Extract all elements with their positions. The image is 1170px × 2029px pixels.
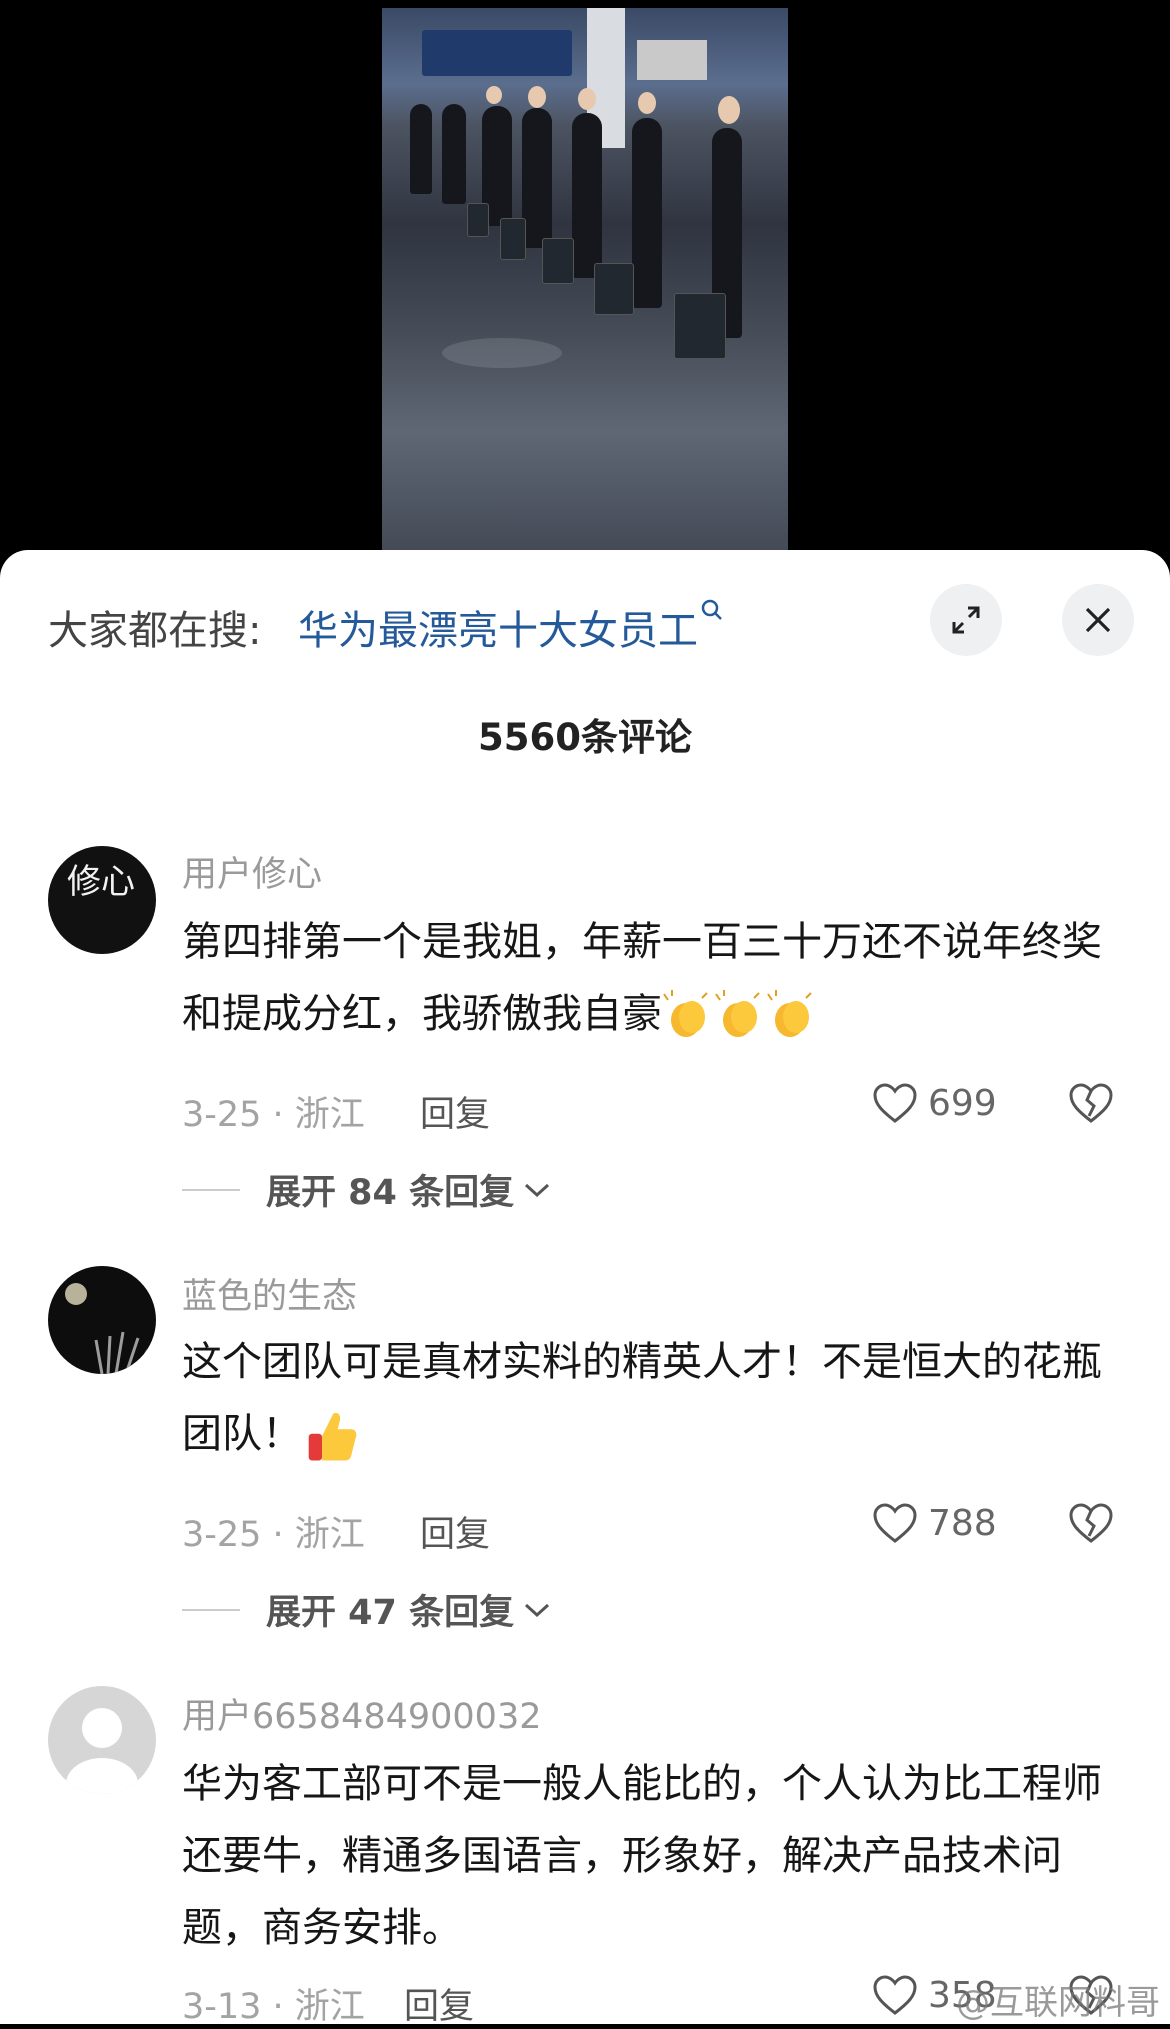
close-button[interactable]	[1062, 584, 1134, 656]
comment-date-location: 3-13 · 浙江	[182, 1987, 365, 2027]
comment-username[interactable]: 蓝色的生态	[182, 1268, 357, 1319]
avatar-logo-text: 修心	[67, 862, 135, 902]
video-person	[442, 104, 466, 204]
heart-icon	[873, 1975, 917, 2015]
expand-replies-label: 展开 84 条回复	[266, 1173, 515, 1213]
comment-date-location: 3-25 · 浙江	[182, 1515, 365, 1555]
reply-button[interactable]: 回复	[404, 1978, 474, 2029]
video-sign-2	[637, 40, 707, 80]
expand-replies-button[interactable]: 展开 47 条回复	[182, 1584, 552, 1635]
clapping-hands-emoji-icon	[767, 990, 812, 1037]
search-icon	[701, 599, 722, 620]
default-user-icon	[66, 1708, 138, 1794]
like-count: 699	[928, 1082, 997, 1124]
video-suitcase	[594, 263, 634, 315]
watermark: @互联网料哥	[956, 1983, 1160, 2023]
broken-heart-icon	[1069, 1503, 1113, 1543]
video-person	[522, 108, 552, 248]
chevron-down-icon	[525, 1183, 550, 1197]
reply-button[interactable]: 回复	[420, 1086, 490, 1137]
comment-count: 5560条评论	[478, 716, 692, 759]
avatar[interactable]	[48, 1266, 156, 1374]
video-suitcase	[542, 238, 574, 284]
chevron-down-icon	[525, 1603, 550, 1617]
video-suitcase	[467, 203, 489, 237]
comment-username[interactable]: 用户6658484900032	[182, 1688, 542, 1739]
like-button[interactable]: 788	[872, 1502, 997, 1544]
like-count: 788	[928, 1502, 997, 1544]
broken-heart-icon	[1069, 1083, 1113, 1123]
heart-icon	[873, 1503, 917, 1543]
clapping-hands-emoji-icon	[715, 990, 760, 1037]
expand-button[interactable]	[930, 584, 1002, 656]
video-suitcase	[500, 218, 526, 260]
video-person	[632, 118, 662, 308]
avatar[interactable]: 修心	[48, 846, 156, 954]
expand-replies-button[interactable]: 展开 84 条回复	[182, 1164, 552, 1215]
video-preview[interactable]	[382, 8, 788, 550]
heart-icon	[873, 1083, 917, 1123]
video-suitcase	[674, 293, 726, 359]
expand-icon	[952, 606, 980, 634]
dislike-button[interactable]	[1068, 1502, 1114, 1548]
clapping-hands-emoji-icon	[663, 990, 708, 1037]
expand-replies-label: 展开 47 条回复	[266, 1593, 515, 1633]
video-floor	[442, 338, 562, 368]
video-head	[718, 96, 740, 124]
hot-search-link[interactable]: 华为最漂亮十大女员工	[298, 598, 726, 656]
dislike-button[interactable]	[1068, 1082, 1114, 1128]
divider	[182, 1188, 240, 1191]
reply-button[interactable]: 回复	[420, 1506, 490, 1557]
comment-text: 这个团队可是真材实料的精英人才！不是恒大的花瓶团队！	[182, 1326, 1122, 1470]
hot-search-label: 大家都在搜:	[48, 608, 262, 654]
close-icon	[1085, 607, 1111, 633]
video-person	[572, 113, 602, 278]
video-sign	[422, 30, 572, 76]
avatar[interactable]	[48, 1686, 156, 1794]
divider	[182, 1608, 240, 1611]
comment-date-location: 3-25 · 浙江	[182, 1095, 365, 1135]
comment-text: 第四排第一个是我姐，年薪一百三十万还不说年终奖和提成分红，我骄傲我自豪	[182, 906, 1122, 1050]
video-head	[638, 92, 656, 114]
video-person	[410, 104, 432, 194]
like-button[interactable]: 699	[872, 1082, 997, 1124]
video-head	[528, 86, 546, 108]
thumbs-up-emoji-icon	[308, 1412, 357, 1461]
video-head	[486, 86, 502, 104]
comment-text: 华为客工部可不是一般人能比的，个人认为比工程师还要牛，精通多国语言，形象好，解决…	[182, 1761, 1102, 1951]
comment-sheet: 大家都在搜: 华为最漂亮十大女员工 5560条评论 修心 用户修心 第四排第一个…	[0, 550, 1170, 2027]
video-head	[578, 88, 596, 110]
comment-username[interactable]: 用户修心	[182, 846, 322, 897]
avatar-moon-grass-image	[65, 1283, 150, 1374]
